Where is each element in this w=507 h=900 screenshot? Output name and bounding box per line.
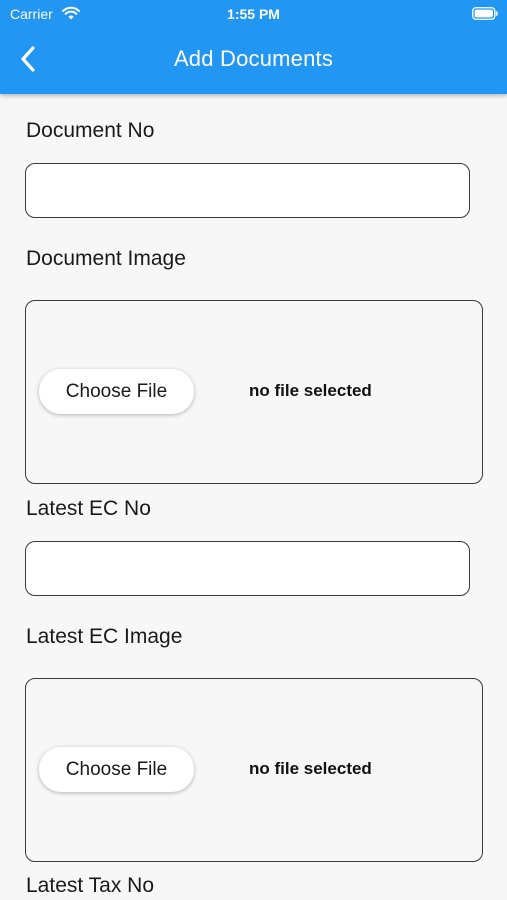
latest-ec-image-label: Latest EC Image xyxy=(26,625,183,648)
document-image-picker: Choose File no file selected xyxy=(25,300,483,484)
app-bar: Add Documents xyxy=(0,28,507,94)
add-documents-screen: Carrier 1:55 PM Add Documents Document N… xyxy=(0,0,507,900)
latest-ec-image-picker: Choose File no file selected xyxy=(25,678,483,862)
latest-ec-no-label: Latest EC No xyxy=(26,497,151,520)
latest-ec-no-input[interactable] xyxy=(25,541,470,596)
latest-tax-no-label: Latest Tax No xyxy=(26,874,155,897)
latest-ec-image-file-status: no file selected xyxy=(249,759,372,778)
header: Carrier 1:55 PM Add Documents xyxy=(0,0,507,94)
status-bar: Carrier 1:55 PM xyxy=(0,0,507,28)
document-no-label: Document No xyxy=(26,119,155,142)
document-no-input[interactable] xyxy=(25,163,470,218)
status-time: 1:55 PM xyxy=(227,6,280,22)
page-title: Add Documents xyxy=(173,46,334,71)
latest-ec-image-choose-file-button[interactable]: Choose File xyxy=(39,747,194,792)
document-image-label: Document Image xyxy=(26,247,186,270)
battery-icon xyxy=(472,7,498,20)
document-image-file-status: no file selected xyxy=(249,381,372,400)
document-image-choose-file-button[interactable]: Choose File xyxy=(39,369,194,414)
